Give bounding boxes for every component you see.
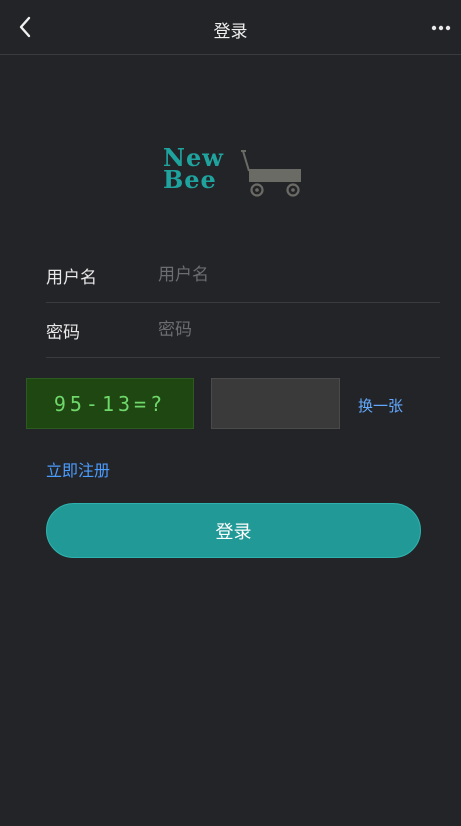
username-row: 用户名 <box>46 248 440 303</box>
more-horizontal-icon <box>431 25 451 31</box>
login-button[interactable]: 登录 <box>46 503 421 558</box>
username-label: 用户名 <box>46 267 97 288</box>
captcha-image[interactable]: 95-13=? <box>26 378 194 429</box>
password-input[interactable] <box>156 311 440 349</box>
captcha-input[interactable] <box>211 378 340 429</box>
header-bar: 登录 <box>0 0 461 55</box>
page-title: 登录 <box>213 22 248 42</box>
password-label: 密码 <box>46 322 80 343</box>
logo-text: New Bee <box>163 146 224 194</box>
logo-line-2: Bee <box>163 165 217 194</box>
username-input[interactable] <box>156 256 440 294</box>
more-button[interactable] <box>429 16 453 40</box>
login-page: 登录 New Bee 用户名 密码 <box>0 0 461 826</box>
login-form: 用户名 密码 <box>46 248 440 358</box>
password-row: 密码 <box>46 303 440 358</box>
refresh-captcha-link[interactable]: 换一张 <box>358 395 403 416</box>
register-link[interactable]: 立即注册 <box>46 457 110 481</box>
newbee-logo: New Bee <box>163 146 313 203</box>
wagon-icon <box>241 150 301 197</box>
